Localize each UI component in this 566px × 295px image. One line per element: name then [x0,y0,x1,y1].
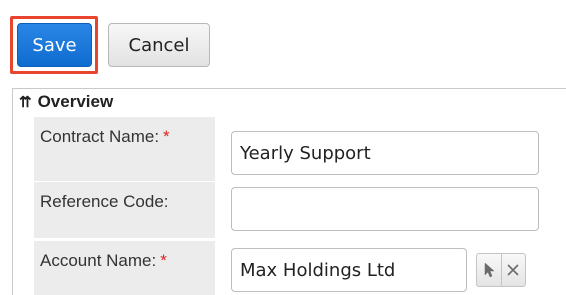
contract-name-label-cell: Contract Name: * [34,117,215,181]
overview-panel-header[interactable]: ⇈ Overview [19,90,113,114]
reference-code-label-cell: Reference Code: [34,182,215,238]
required-asterisk: * [163,127,170,146]
cursor-arrow-icon [484,262,495,278]
clear-x-icon [507,264,519,276]
clear-account-button[interactable] [500,254,526,286]
overview-panel-title: Overview [37,92,114,111]
double-chevron-up-icon: ⇈ [19,94,32,111]
contract-name-label: Contract Name: [40,127,160,146]
reference-code-input[interactable] [231,187,539,231]
account-name-input[interactable]: Max Holdings Ltd [231,248,467,292]
cancel-button[interactable]: Cancel [108,23,210,67]
required-asterisk: * [160,251,167,270]
action-toolbar: Save Cancel [0,0,566,88]
account-name-label-cell: Account Name: * [34,241,215,295]
save-button[interactable]: Save [17,23,92,67]
account-name-actions [476,253,526,287]
contract-name-input[interactable]: Yearly Support [231,131,539,175]
reference-code-label: Reference Code: [40,192,169,211]
select-account-button[interactable] [477,254,501,286]
account-name-label: Account Name: [40,251,157,270]
